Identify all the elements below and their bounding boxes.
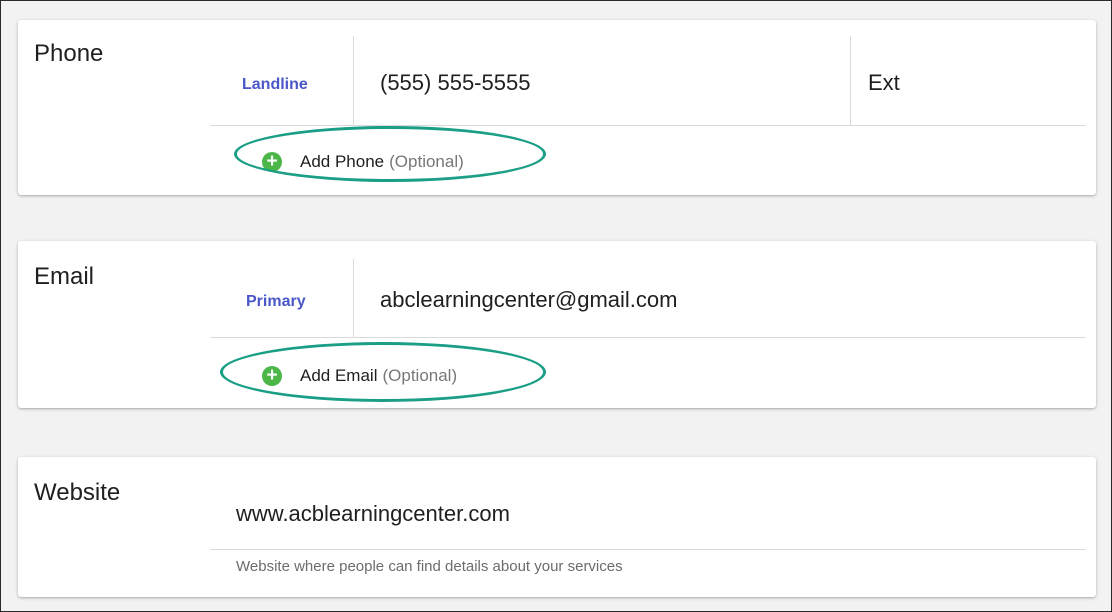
phone-number-field[interactable]: (555) 555-5555 (380, 70, 530, 96)
email-underline (210, 337, 1086, 338)
phone-underline (210, 125, 1086, 126)
website-url-field[interactable]: www.acblearningcenter.com (236, 501, 510, 527)
add-email-optional: (Optional) (382, 366, 458, 385)
phone-card: Phone Landline (555) 555-5555 Ext + Add … (18, 20, 1096, 195)
email-card: Email Primary abclearningcenter@gmail.co… (18, 241, 1096, 408)
phone-type-divider (353, 36, 354, 125)
email-section-title: Email (34, 263, 95, 290)
add-phone-label: Add Phone (300, 152, 385, 171)
email-address-field[interactable]: abclearningcenter@gmail.com (380, 287, 677, 313)
phone-section-title: Phone (34, 40, 104, 67)
website-section-title: Website (34, 479, 121, 506)
plus-circle-icon: + (262, 366, 282, 386)
email-type-label[interactable]: Primary (246, 293, 306, 311)
add-phone-button[interactable]: + Add Phone (Optional) (262, 152, 464, 172)
add-email-button[interactable]: + Add Email (Optional) (262, 366, 457, 386)
website-card: Website www.acblearningcenter.com Websit… (18, 457, 1096, 597)
email-type-divider (353, 259, 354, 337)
phone-type-label[interactable]: Landline (242, 76, 308, 94)
website-helper-text: Website where people can find details ab… (236, 558, 623, 575)
phone-ext-divider (850, 36, 851, 125)
add-phone-optional: (Optional) (389, 152, 464, 171)
plus-circle-icon: + (262, 152, 282, 172)
add-email-label: Add Email (300, 366, 378, 385)
phone-ext-field[interactable]: Ext (868, 70, 900, 96)
website-underline (210, 549, 1086, 550)
